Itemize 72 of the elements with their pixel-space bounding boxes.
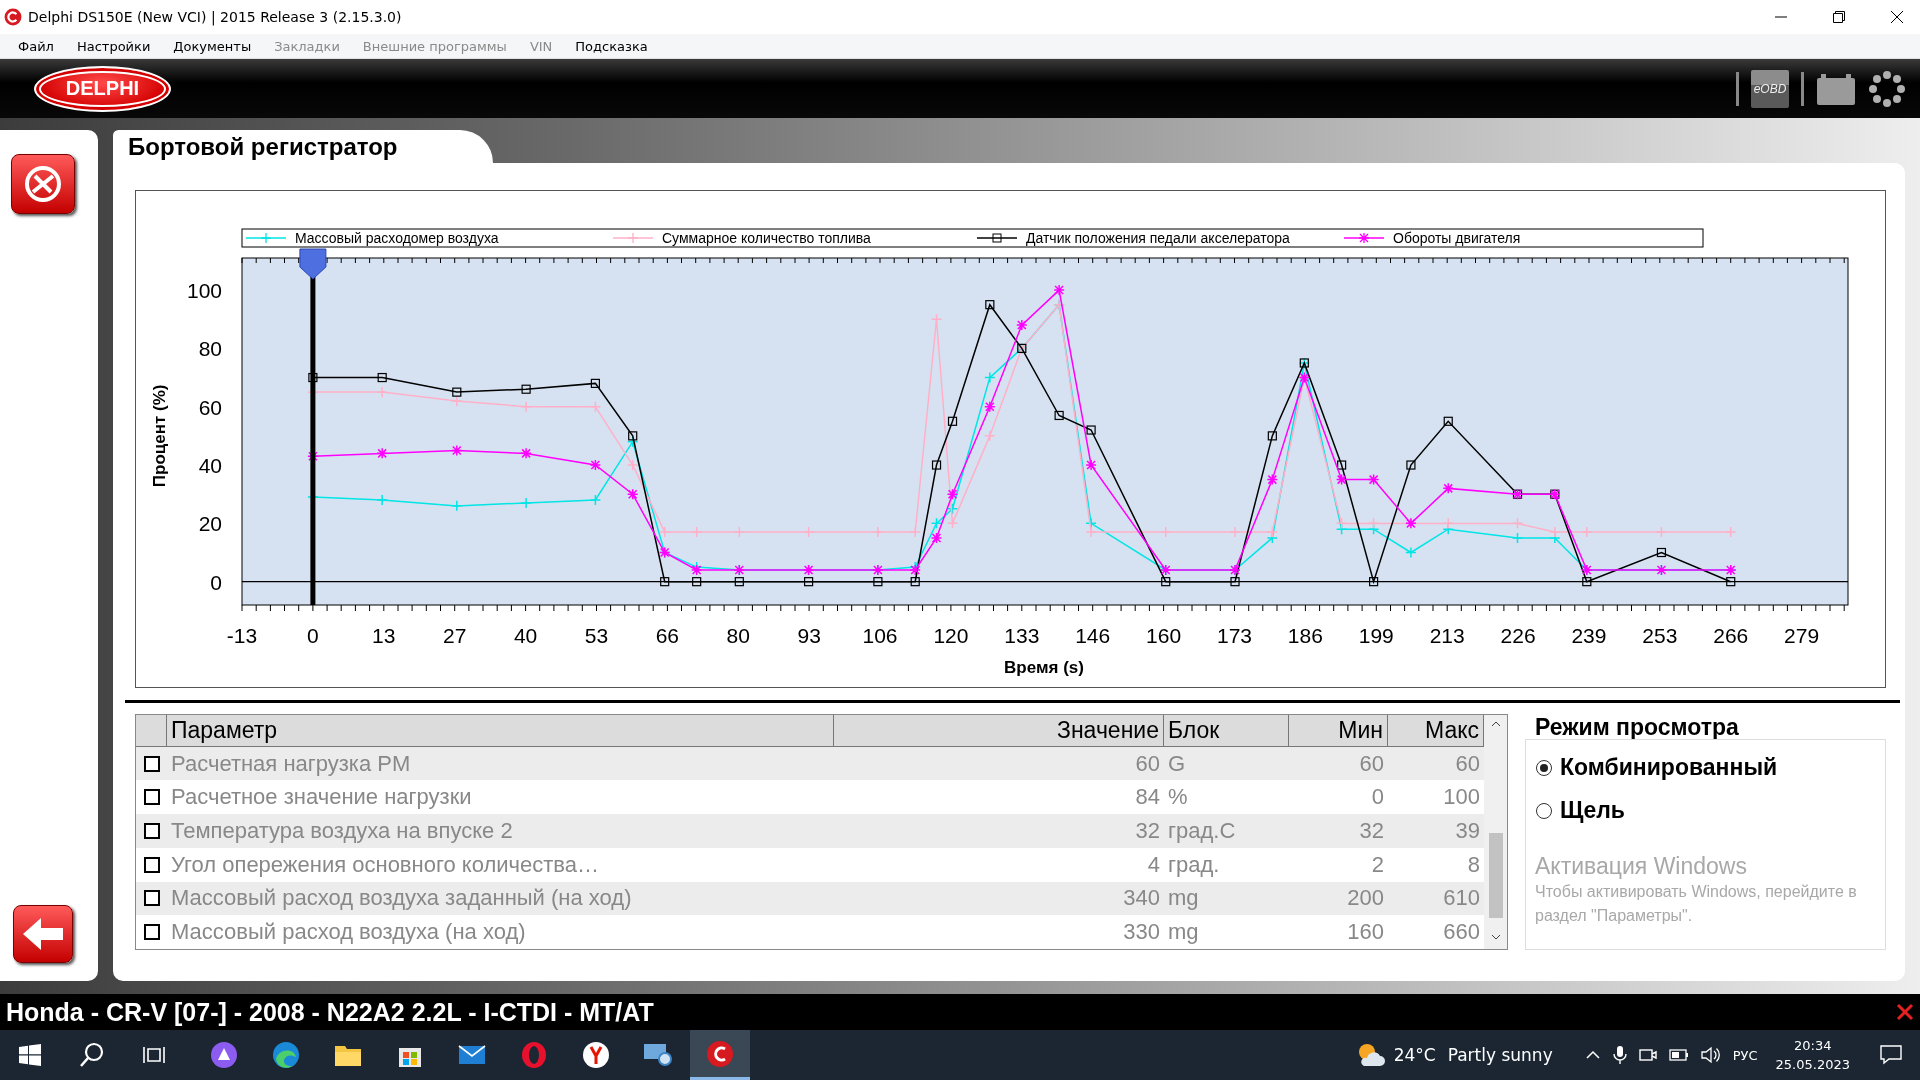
tick-label: 66 — [655, 624, 680, 647]
table-cell-text: Угол опережения основного количества… — [170, 851, 601, 878]
table-cell-text: 330 — [1122, 919, 1161, 946]
table-cell-text: G — [1167, 750, 1187, 777]
table-cell-text: 60 — [1358, 750, 1385, 777]
table-cell-text: Массовый расход воздуха заданный (на ход) — [170, 885, 633, 912]
legend-label: Обороты двигателя — [1393, 230, 1521, 246]
window-title: Delphi DS150E (New VCI) | 2015 Release 3 (2.15.3.0) — [28, 9, 402, 25]
table-cell-text: % — [1167, 784, 1189, 811]
tick-label: 13 — [372, 624, 396, 647]
table-cell-text: 660 — [1442, 919, 1481, 946]
table-cell-text: 610 — [1442, 885, 1481, 912]
tick-label: 100 — [186, 279, 222, 303]
tick-label: 213 — [1429, 624, 1465, 647]
table-cell-text: mg — [1167, 885, 1200, 912]
tick-label: 266 — [1713, 624, 1749, 647]
table-cell-text: Расчетная нагрузка PM — [170, 750, 412, 777]
tick-label: 160 — [1146, 624, 1182, 647]
table-cell-text: 200 — [1346, 885, 1385, 912]
delphi-logo: DELPHI — [34, 65, 171, 112]
axis-title: Процент (%) — [150, 384, 169, 488]
table-cell-text: 8 — [1466, 851, 1481, 878]
tick-label: 60 — [198, 395, 222, 419]
table-cell-text: Расчетное значение нагрузки — [170, 784, 473, 811]
activation-title: Активация Windows — [1535, 853, 1748, 880]
tick-label: 146 — [1075, 624, 1111, 647]
table-cell-text: 2 — [1370, 851, 1385, 878]
activation-text: Чтобы активировать Windows, перейдите в раздел "Параметры". — [1535, 882, 1858, 926]
tick-label: 226 — [1500, 624, 1536, 647]
tick-label: 40 — [198, 454, 222, 478]
table-cell-text: 160 — [1346, 919, 1385, 946]
table-cell-text: 0 — [1370, 784, 1385, 811]
table-cell-text: Температура воздуха на впуске 2 — [170, 818, 514, 845]
table-cell-text: Массовый расход воздуха (на ход) — [170, 919, 527, 946]
tick-label: 279 — [1784, 624, 1820, 647]
table-cell-text: 84 — [1134, 784, 1161, 811]
tick-label: 80 — [726, 624, 750, 647]
legend-label: Датчик положения педали акселератора — [1026, 230, 1290, 246]
tick-label: 27 — [443, 624, 467, 647]
tick-label: 133 — [1004, 624, 1040, 647]
tick-label: 40 — [513, 624, 538, 647]
table-cell-text: 4 — [1146, 851, 1161, 878]
tick-label: 0 — [307, 624, 319, 647]
axis-title: Время (s) — [1004, 658, 1084, 677]
table-cell-text: mg — [1167, 919, 1200, 946]
table-cell-text: 39 — [1454, 818, 1481, 845]
legend-label: Массовый расходомер воздуха — [295, 230, 499, 246]
tick-label: -13 — [226, 624, 258, 647]
table-cell-text: 32 — [1134, 818, 1161, 845]
tick-label: 20 — [198, 512, 222, 536]
table-cell-text: 100 — [1442, 784, 1481, 811]
table-cell-text: град. — [1167, 851, 1221, 878]
tick-label: 173 — [1216, 624, 1252, 647]
table-cell-text: град.C — [1167, 818, 1237, 845]
panel-title: Режим просмотра — [1534, 714, 1740, 741]
table-cell-text: 32 — [1358, 818, 1385, 845]
page-title: Бортовой регистратор — [128, 132, 398, 161]
tick-label: 253 — [1642, 624, 1678, 647]
table-cell-text: 60 — [1134, 750, 1161, 777]
tick-label: 199 — [1358, 624, 1394, 647]
tick-label: 239 — [1571, 624, 1607, 647]
tick-label: 53 — [584, 624, 609, 647]
tick-label: 186 — [1287, 624, 1323, 647]
vehicle-info: Honda - CR-V [07-] - 2008 - N22A2 2.2L - I-CTDI - MT/AT — [6, 997, 654, 1027]
table-cell-text: 60 — [1454, 750, 1481, 777]
tick-label: 80 — [198, 337, 222, 361]
tick-label: 120 — [933, 624, 969, 647]
tick-label: 106 — [862, 624, 898, 647]
table-cell-text: 340 — [1122, 885, 1161, 912]
legend-label: Суммарное количество топлива — [662, 230, 871, 246]
tick-label: 0 — [210, 570, 222, 594]
tick-label: 93 — [797, 624, 821, 647]
